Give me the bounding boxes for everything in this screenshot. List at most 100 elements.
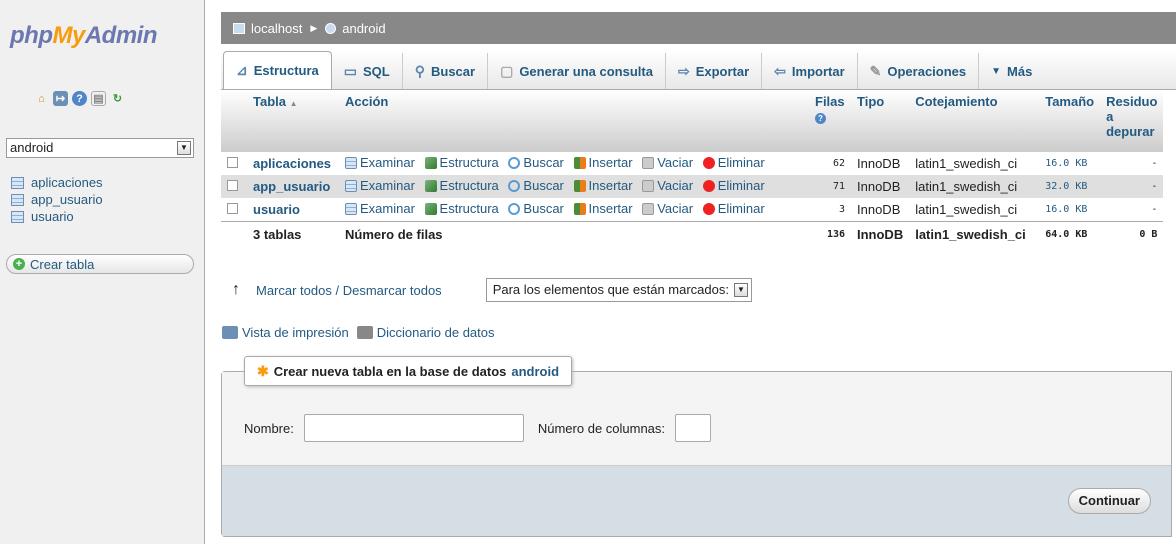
database-select-value: android (10, 140, 54, 155)
action-examinar[interactable]: Examinar (345, 155, 415, 170)
data-dictionary-link[interactable]: Diccionario de datos (377, 325, 495, 340)
row-tamano[interactable]: 32.0 KB (1039, 175, 1101, 198)
header-tamano[interactable]: Tamaño (1039, 90, 1101, 152)
nav-table-label: usuario (31, 209, 74, 224)
action-label: Eliminar (717, 155, 765, 171)
action-insertar[interactable]: Insertar (573, 178, 633, 193)
row-table-name[interactable]: usuario (247, 198, 339, 221)
nav-table-item[interactable]: aplicaciones (11, 174, 103, 191)
create-table-footer: Continuar (222, 466, 1171, 536)
row-residuo: - (1100, 198, 1164, 221)
search-icon: ⚲ (414, 62, 425, 79)
empty-icon (642, 202, 655, 215)
action-vaciar[interactable]: Vaciar (642, 201, 693, 216)
row-tipo: InnoDB (851, 175, 910, 198)
nav-table-item[interactable]: usuario (11, 208, 103, 225)
action-label: Buscar (523, 155, 564, 171)
navigation-panel: phpMyAdmin ⌂ ↦ ? ▤ ↻ android ▼ aplicacio… (0, 0, 205, 544)
database-select[interactable]: android ▼ (6, 138, 194, 158)
breadcrumb-database[interactable]: android (342, 21, 385, 36)
action-vaciar[interactable]: Vaciar (642, 178, 693, 193)
create-table-label: Crear tabla (30, 256, 95, 272)
tab-estructura[interactable]: ⊿ Estructura (223, 51, 332, 89)
row-checkbox[interactable] (227, 202, 238, 214)
action-insertar[interactable]: Insertar (573, 155, 633, 170)
table-name-input[interactable] (303, 414, 524, 442)
breadcrumb-separator-icon: ▶ (310, 22, 318, 33)
action-buscar[interactable]: Buscar (508, 155, 564, 171)
empty-icon (642, 156, 655, 169)
action-eliminar[interactable]: Eliminar (702, 201, 765, 216)
action-examinar[interactable]: Examinar (345, 178, 415, 193)
tab-importar[interactable]: ⇦ Importar (762, 53, 858, 89)
action-label: Vaciar (657, 178, 694, 194)
action-estructura[interactable]: Estructura (424, 178, 499, 194)
with-selected-value: Para los elementos que están marcados: (492, 282, 729, 297)
row-filas: 62 (809, 152, 851, 175)
dictionary-icon (356, 326, 373, 339)
action-label: Examinar (360, 155, 415, 171)
home-icon[interactable]: ⌂ (34, 91, 49, 106)
action-eliminar[interactable]: Eliminar (702, 155, 765, 171)
help-icon[interactable]: ? (815, 113, 826, 124)
row-table-name[interactable]: aplicaciones (247, 152, 339, 175)
action-vaciar[interactable]: Vaciar (642, 155, 693, 170)
row-cotejamiento: latin1_swedish_ci (909, 198, 1040, 221)
reload-icon[interactable]: ↻ (110, 91, 125, 106)
row-cotejamiento: latin1_swedish_ci (909, 152, 1040, 175)
legend-database-name: android (511, 363, 560, 379)
logout-icon[interactable]: ↦ (53, 91, 68, 106)
tab-exportar[interactable]: ⇨ Exportar (666, 53, 763, 89)
docs-icon[interactable]: ▤ (91, 91, 106, 106)
row-actions: Examinar Estructura Buscar Insertar Vaci… (339, 175, 809, 198)
tab-buscar[interactable]: ⚲ Buscar (403, 53, 489, 89)
row-tamano[interactable]: 16.0 KB (1039, 152, 1101, 175)
action-estructura[interactable]: Estructura (424, 201, 499, 216)
search-icon (508, 156, 521, 169)
tab-sql[interactable]: ▭ SQL (332, 53, 403, 89)
drop-icon (702, 156, 715, 169)
action-label: Eliminar (717, 201, 765, 216)
arrow-up-icon: ↑ (232, 281, 240, 298)
table-icon (11, 176, 24, 189)
tab-bar: ⊿ Estructura ▭ SQL ⚲ Buscar ▢ Generar una co… (221, 50, 1176, 90)
footer-tipo: InnoDB (851, 220, 910, 248)
action-label: Estructura (439, 178, 499, 194)
header-filas[interactable]: Filas? (809, 90, 851, 152)
tab-generar-consulta[interactable]: ▢ Generar una consulta (488, 53, 666, 89)
check-all-link[interactable]: Marcar todos / Desmarcar todos (256, 283, 442, 298)
action-estructura[interactable]: Estructura (424, 155, 499, 170)
nav-table-label: aplicaciones (31, 175, 103, 190)
action-label: Buscar (523, 178, 564, 194)
row-table-name[interactable]: app_usuario (247, 175, 339, 198)
continue-button[interactable]: Continuar (1067, 488, 1151, 514)
row-checkbox[interactable] (227, 157, 238, 168)
row-residuo: - (1100, 175, 1164, 198)
header-tipo[interactable]: Tipo (851, 90, 910, 152)
action-insertar[interactable]: Insertar (573, 201, 633, 216)
with-selected-select[interactable]: Para los elementos que están marcados: ▼ (485, 278, 752, 302)
header-residuo[interactable]: Residuo a depurar (1100, 90, 1164, 152)
phpmyadmin-logo[interactable]: phpMyAdmin (10, 22, 158, 50)
tab-label: Buscar (431, 63, 476, 79)
action-buscar[interactable]: Buscar (508, 201, 564, 216)
browse-icon (345, 179, 357, 192)
structure-icon: ⊿ (236, 62, 248, 78)
header-cotejamiento[interactable]: Cotejamiento (909, 90, 1040, 152)
breadcrumb-server[interactable]: localhost (251, 21, 302, 36)
print-view-link[interactable]: Vista de impresión (242, 325, 349, 340)
row-checkbox[interactable] (227, 180, 238, 191)
tab-operaciones[interactable]: ✎ Operaciones (858, 53, 980, 89)
nav-table-item[interactable]: app_usuario (11, 191, 103, 208)
action-examinar[interactable]: Examinar (345, 201, 415, 216)
help-icon[interactable]: ? (72, 91, 87, 106)
num-columns-input[interactable] (675, 414, 712, 442)
tab-mas[interactable]: ▼ Más (979, 53, 1044, 89)
create-table-legend: ✱ Crear nueva tabla en la base de datos … (244, 356, 573, 386)
row-residuo: - (1100, 152, 1164, 175)
action-buscar[interactable]: Buscar (508, 178, 564, 194)
header-tabla[interactable]: Tabla ▲ (247, 90, 339, 152)
create-table-button[interactable]: + Crear tabla (6, 254, 194, 274)
row-tamano[interactable]: 16.0 KB (1039, 198, 1101, 221)
action-eliminar[interactable]: Eliminar (702, 178, 765, 193)
